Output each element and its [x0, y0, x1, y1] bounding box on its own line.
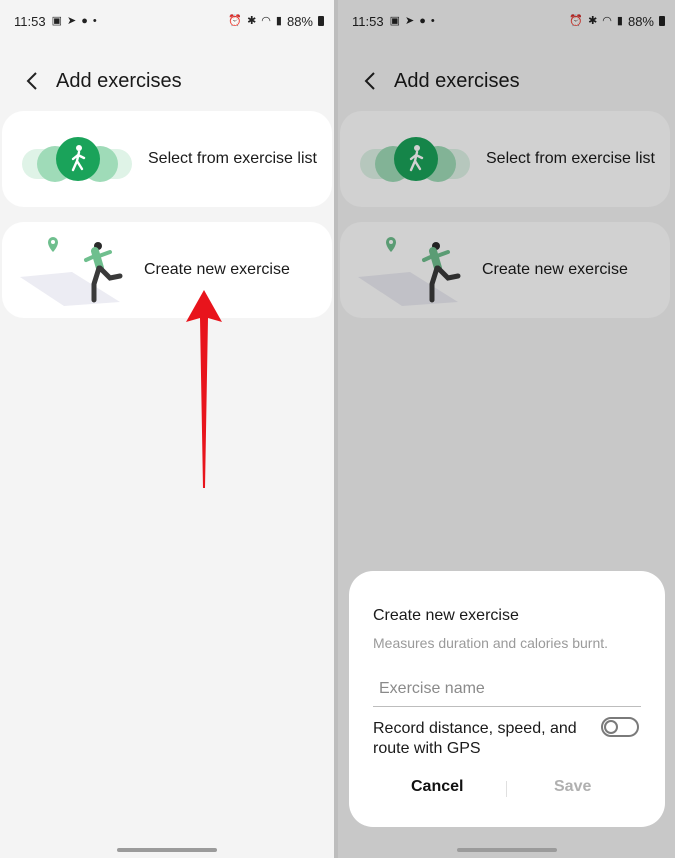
home-indicator: [456, 848, 557, 852]
battery-icon: [318, 16, 324, 26]
button-divider: [506, 781, 507, 797]
page-title: Add exercises: [56, 69, 182, 92]
gps-toggle[interactable]: [601, 717, 639, 737]
dialog-title: Create new exercise: [373, 607, 519, 624]
chevron-left-icon: [26, 72, 37, 90]
exercise-list-illustration: [2, 111, 132, 207]
gallery-icon: ▣: [51, 14, 62, 27]
back-button[interactable]: [18, 64, 46, 98]
battery-percent: 88%: [286, 13, 313, 29]
option-label: Create new exercise: [144, 261, 290, 278]
option-label: Select from exercise list: [148, 150, 317, 167]
status-time: 11:53: [14, 13, 46, 29]
app-header: Add exercises: [18, 64, 182, 98]
home-indicator: [117, 848, 217, 852]
alarm-icon: ⏰: [228, 14, 243, 27]
app-icon: ●: [81, 14, 88, 27]
select-from-list-option[interactable]: Select from exercise list: [2, 111, 332, 207]
gps-toggle-label: Record distance, speed, and route with G…: [373, 720, 577, 757]
dot-icon: •: [92, 14, 97, 27]
create-new-exercise-option[interactable]: Create new exercise: [2, 222, 332, 318]
save-button[interactable]: Save: [554, 778, 591, 796]
cancel-button[interactable]: Cancel: [411, 778, 463, 796]
status-bar: 11:53 ▣ ➤ ● • ⏰ ✱ ◠ ▮ 88%: [14, 12, 324, 30]
telegram-icon: ➤: [66, 14, 77, 27]
create-exercise-dialog: Create new exercise Measures duration an…: [349, 571, 665, 827]
exercise-name-input[interactable]: [373, 671, 641, 707]
toggle-knob: [604, 720, 618, 734]
runner-illustration: [2, 222, 132, 318]
red-arrow-annotation: [186, 290, 222, 488]
dialog-description: Measures duration and calories burnt.: [373, 635, 609, 651]
right-screen: 11:53 ▣ ➤ ● • ⏰ ✱ ◠ ▮ 88% Add exercises: [338, 0, 675, 858]
signal-icon: ▮: [275, 14, 282, 27]
wifi-icon: ◠: [261, 14, 271, 27]
bluetooth-icon: ✱: [247, 14, 257, 27]
left-screen: 11:53 ▣ ➤ ● • ⏰ ✱ ◠ ▮ 88% Add exercises: [0, 0, 334, 858]
